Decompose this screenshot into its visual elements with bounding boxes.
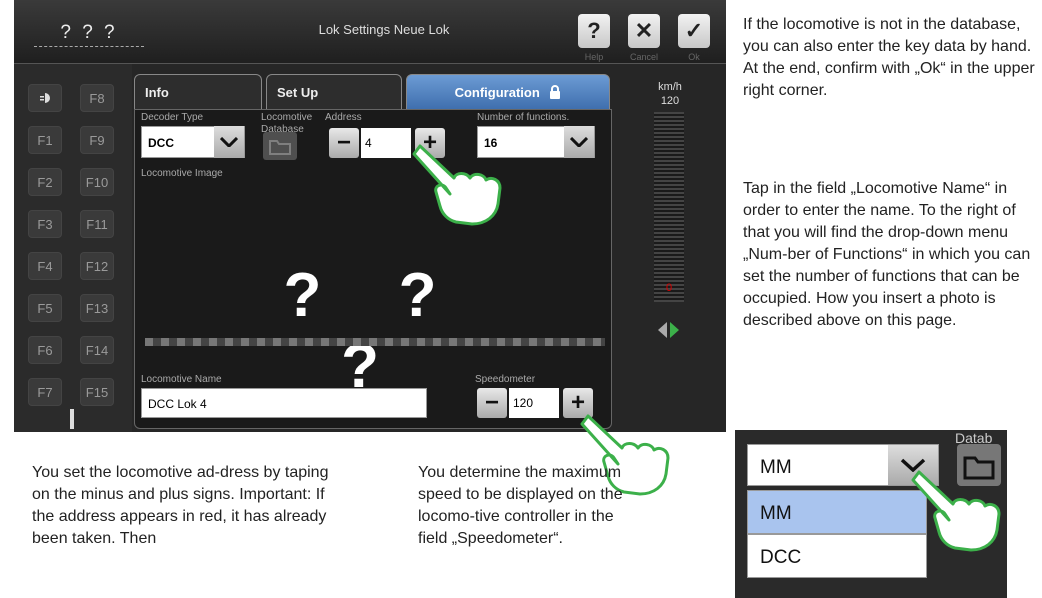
close-icon: ✕ bbox=[634, 18, 654, 43]
function-button-f11[interactable]: F11 bbox=[80, 210, 114, 238]
function-button-f3[interactable]: F3 bbox=[28, 210, 62, 238]
function-button-f12[interactable]: F12 bbox=[80, 252, 114, 280]
locomotive-image-label: Locomotive Image bbox=[141, 168, 223, 179]
checkmark-icon: ✓ bbox=[684, 18, 704, 43]
folder-icon bbox=[269, 140, 291, 155]
speedometer-label: Speedometer bbox=[475, 374, 536, 385]
ok-label: Ok bbox=[688, 52, 700, 62]
function-button-f1[interactable]: F1 bbox=[28, 126, 62, 154]
headlight-icon bbox=[40, 93, 50, 103]
cancel-label: Cancel bbox=[629, 52, 658, 62]
pointing-hand-icon bbox=[412, 144, 502, 226]
direction-right-icon[interactable] bbox=[670, 322, 679, 338]
function-button-f8[interactable]: F8 bbox=[80, 84, 114, 112]
locomotive-image-placeholder[interactable]: ? ? ? bbox=[255, 260, 495, 402]
function-button-f5[interactable]: F5 bbox=[28, 294, 62, 322]
lock-icon bbox=[550, 85, 561, 99]
function-keys-panel: F1 F2 F3 F4 F5 F6 F7 F8 F9 F10 F11 F12 F… bbox=[14, 64, 132, 432]
speedometer-caption: You determine the maximum speed to be di… bbox=[418, 464, 623, 547]
scroll-indicator[interactable] bbox=[70, 409, 74, 429]
light-function-button[interactable] bbox=[28, 84, 62, 112]
function-button-f15[interactable]: F15 bbox=[80, 378, 114, 406]
help-label: Help bbox=[584, 52, 604, 62]
address-caption: You set the locomotive ad-dress by tapin… bbox=[32, 464, 329, 547]
pointing-hand-icon bbox=[911, 470, 1001, 552]
address-field[interactable]: 4 bbox=[361, 128, 411, 158]
speedometer-field[interactable]: 120 bbox=[509, 388, 559, 418]
tab-configuration[interactable]: Configuration bbox=[406, 74, 610, 110]
speed-slider[interactable] bbox=[654, 112, 684, 302]
function-button-f2[interactable]: F2 bbox=[28, 168, 62, 196]
tab-info[interactable]: Info bbox=[134, 74, 262, 110]
title-bar: ? ? ? Lok Settings Neue Lok ? Help ✕ Can… bbox=[14, 0, 726, 64]
tab-setup-label: Set Up bbox=[277, 85, 319, 100]
number-of-functions-label: Number of functions. bbox=[477, 112, 570, 123]
instructions-paragraph-1: If the locomotive is not in the database… bbox=[743, 16, 1035, 99]
dropdown-option-label: DCC bbox=[760, 547, 802, 568]
function-button-f13[interactable]: F13 bbox=[80, 294, 114, 322]
direction-left-icon[interactable] bbox=[658, 322, 667, 338]
database-label: Datab bbox=[955, 430, 993, 446]
decoder-type-select[interactable]: DCC bbox=[141, 126, 245, 158]
address-minus-button[interactable]: − bbox=[329, 128, 359, 158]
ok-button[interactable]: ✓ bbox=[678, 14, 710, 48]
track-graphic bbox=[145, 338, 605, 346]
current-speed-value: 0 bbox=[665, 282, 673, 294]
decoder-type-label: Decoder Type bbox=[141, 112, 204, 123]
speed-unit-block: km/h 120 bbox=[614, 80, 726, 108]
speed-max-label: 120 bbox=[660, 95, 680, 107]
tab-setup[interactable]: Set Up bbox=[266, 74, 402, 110]
function-button-f7[interactable]: F7 bbox=[28, 378, 62, 406]
tab-configuration-label: Configuration bbox=[454, 85, 540, 100]
help-button[interactable]: ? bbox=[578, 14, 610, 48]
cancel-button[interactable]: ✕ bbox=[628, 14, 660, 48]
dropdown-option-mm[interactable]: MM bbox=[747, 490, 927, 534]
dropdown-option-dcc[interactable]: DCC bbox=[747, 534, 927, 578]
instructions-paragraph-2: Tap in the field „Locomotive Name“ in or… bbox=[743, 180, 1031, 329]
decoder-type-value: MM bbox=[760, 457, 792, 478]
help-icon: ? bbox=[587, 18, 601, 43]
speed-panel: km/h 120 0 bbox=[614, 64, 726, 432]
decoder-type-value: DCC bbox=[148, 136, 174, 150]
function-button-f6[interactable]: F6 bbox=[28, 336, 62, 364]
chevron-down-icon bbox=[214, 126, 244, 158]
decoder-dropdown-inset: Datab MM MM DCC bbox=[735, 430, 1007, 598]
function-button-f9[interactable]: F9 bbox=[80, 126, 114, 154]
speed-unit-label: km/h bbox=[658, 81, 682, 93]
locomotive-name-label: Locomotive Name bbox=[141, 374, 222, 385]
device-screen: ? ? ? Lok Settings Neue Lok ? Help ✕ Can… bbox=[14, 0, 726, 432]
speedometer-minus-button[interactable]: − bbox=[477, 388, 507, 418]
function-button-f10[interactable]: F10 bbox=[80, 168, 114, 196]
locomotive-database-button[interactable] bbox=[263, 132, 297, 160]
dropdown-option-label: MM bbox=[760, 503, 792, 524]
address-label: Address bbox=[325, 112, 362, 123]
locomotive-name-field[interactable]: DCC Lok 4 bbox=[141, 388, 427, 418]
settings-tabs: Info Set Up Configuration bbox=[134, 74, 612, 110]
locomotive-name-display[interactable]: ? ? ? bbox=[34, 22, 144, 47]
page-title: Lok Settings Neue Lok bbox=[318, 22, 450, 37]
configuration-panel: Decoder Type DCC Locomotive Database Add… bbox=[134, 109, 612, 429]
function-button-f14[interactable]: F14 bbox=[80, 336, 114, 364]
chevron-down-icon bbox=[564, 126, 594, 158]
tab-info-label: Info bbox=[145, 85, 169, 100]
function-button-f4[interactable]: F4 bbox=[28, 252, 62, 280]
